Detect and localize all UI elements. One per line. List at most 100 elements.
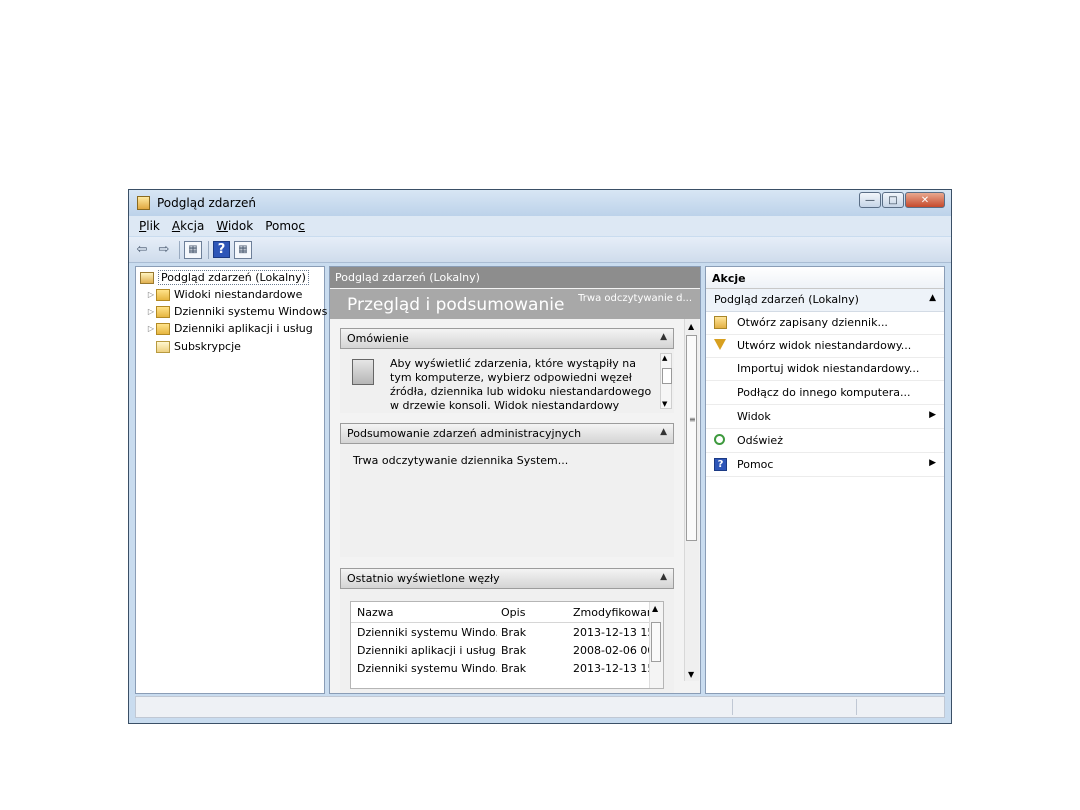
menu-widok-key: W [216, 219, 228, 233]
column-header-modified[interactable]: Zmodyfikowar [573, 606, 649, 619]
action-import-custom-view[interactable]: Importuj widok niestandardowy... [706, 358, 944, 381]
menu-plik[interactable]: Plik [139, 219, 160, 233]
action-refresh[interactable]: Odśwież [706, 430, 944, 453]
action-label: Pomoc [737, 458, 774, 471]
actions-group-label: Podgląd zdarzeń (Lokalny) [714, 293, 859, 306]
maximize-button[interactable]: □ [882, 192, 904, 208]
tree-item-label: Podgląd zdarzeń (Lokalny) [158, 270, 309, 285]
overview-pane-scrollbar[interactable]: ▲ ≡ ▼ [684, 319, 699, 681]
menu-widok[interactable]: Widok [216, 219, 253, 233]
scroll-thumb[interactable] [686, 335, 697, 541]
tree-item-app-service-logs[interactable]: ▷ Dzienniki aplikacji i usług [146, 320, 313, 337]
action-open-saved-log[interactable]: Otwórz zapisany dziennik... [706, 312, 944, 335]
menu-akcja-post: kcja [180, 219, 205, 233]
title-bar[interactable]: Podgląd zdarzeń — □ ✕ [129, 190, 951, 216]
table-header: Nazwa Opis Zmodyfikowar [351, 602, 663, 623]
loading-status: Trwa odczytywanie d... [578, 293, 692, 304]
cell-modified: 2013-12-13 15: [573, 662, 649, 675]
scroll-up-icon[interactable]: ▲ [652, 604, 658, 613]
cell-modified: 2008-02-06 00: [573, 644, 649, 657]
section-overview-header[interactable]: Omówienie ▲ [340, 328, 674, 349]
filter-icon [714, 339, 726, 350]
section-summary-header[interactable]: Podsumowanie zdarzeń administracyjnych ▲ [340, 423, 674, 444]
actions-group-header[interactable]: Podgląd zdarzeń (Lokalny) ▲ [706, 289, 944, 312]
column-header-description[interactable]: Opis [501, 606, 561, 619]
expand-arrow-icon[interactable]: ▷ [146, 324, 156, 333]
actions-title: Akcje [712, 272, 746, 285]
section-recent-header[interactable]: Ostatnio wyświetlone węzły ▲ [340, 568, 674, 589]
cell-description: Brak [501, 626, 527, 639]
menu-pomoc-key: c [298, 219, 305, 233]
forward-arrow-icon[interactable]: ⇨ [155, 241, 173, 259]
action-label: Utwórz widok niestandardowy... [737, 339, 912, 352]
expand-arrow-icon[interactable]: ▷ [146, 290, 156, 299]
menu-pomoc-pre: Pomo [265, 219, 299, 233]
menu-akcja[interactable]: Akcja [172, 219, 204, 233]
action-label: Odśwież [737, 434, 783, 447]
action-connect-other-computer[interactable]: Podłącz do innego komputera... [706, 382, 944, 405]
collapse-icon[interactable]: ▲ [660, 332, 667, 342]
status-separator [856, 699, 857, 715]
scroll-up-icon[interactable]: ▲ [688, 322, 694, 331]
actions-pane-title: Akcje [706, 267, 944, 289]
cell-name: Dzienniki systemu Windo... [357, 626, 497, 639]
cell-name: Dzienniki aplikacji i usług... [357, 644, 497, 657]
tree-item-event-viewer-local[interactable]: Podgląd zdarzeń (Lokalny) [140, 269, 309, 286]
section-title: Ostatnio wyświetlone węzły [347, 572, 500, 585]
action-label: Podłącz do innego komputera... [737, 386, 911, 399]
table-row[interactable]: Dzienniki systemu Windo... Brak 2013-12-… [351, 624, 651, 642]
help-icon[interactable]: ? [213, 241, 230, 258]
tree-item-windows-logs[interactable]: ▷ Dzienniki systemu Windows [146, 303, 327, 320]
scroll-down-icon[interactable]: ▼ [688, 670, 694, 679]
expand-arrow-icon[interactable]: ▷ [146, 307, 156, 316]
cell-description: Brak [501, 644, 527, 657]
scroll-down-icon[interactable]: ▼ [662, 400, 667, 408]
tree-item-subscriptions[interactable]: Subskrypcje [146, 338, 241, 355]
status-bar [135, 696, 945, 718]
recent-nodes-table: Nazwa Opis Zmodyfikowar Dzienniki system… [350, 601, 664, 689]
event-viewer-window: Podgląd zdarzeń — □ ✕ Plik Akcja Widok P… [128, 189, 952, 724]
action-label: Importuj widok niestandardowy... [737, 362, 920, 375]
scroll-grip-icon: ≡ [689, 415, 696, 424]
show-hide-tree-icon[interactable]: ▦ [184, 240, 202, 259]
toolbar: ⇦ ⇨ ▦ ? ▦ [129, 237, 951, 263]
minimize-button[interactable]: — [859, 192, 881, 208]
table-row[interactable]: Dzienniki aplikacji i usług... Brak 2008… [351, 642, 651, 660]
action-create-custom-view[interactable]: Utwórz widok niestandardowy... [706, 335, 944, 358]
table-row[interactable]: Dzienniki systemu Windo... Brak 2013-12-… [351, 660, 651, 678]
overview-pane-header: Podgląd zdarzeń (Lokalny) [330, 267, 700, 288]
overview-text: Aby wyświetlić zdarzenia, które wystąpił… [390, 357, 652, 412]
scroll-up-icon[interactable]: ▲ [662, 354, 667, 362]
scroll-thumb[interactable] [662, 368, 672, 384]
section-summary-body: Trwa odczytywanie dziennika System... [340, 444, 674, 557]
overview-scrollbar[interactable]: ▲ ▼ [660, 353, 672, 409]
refresh-icon [714, 434, 725, 445]
scroll-thumb[interactable] [651, 622, 661, 662]
folder-icon [156, 288, 170, 301]
menu-plik-post: lik [146, 219, 160, 233]
folder-icon [156, 305, 170, 318]
status-separator [732, 699, 733, 715]
toolbar-separator [208, 240, 209, 259]
collapse-icon[interactable]: ▲ [660, 572, 667, 582]
event-viewer-app-icon [137, 196, 150, 210]
cell-modified: 2013-12-13 15: [573, 626, 649, 639]
close-button[interactable]: ✕ [905, 192, 945, 208]
back-arrow-icon[interactable]: ⇦ [133, 241, 151, 259]
action-view[interactable]: Widok ▶ [706, 406, 944, 429]
show-hide-action-pane-icon[interactable]: ▦ [234, 240, 252, 259]
section-overview-body: Aby wyświetlić zdarzenia, które wystąpił… [340, 349, 674, 413]
action-help[interactable]: ? Pomoc ▶ [706, 454, 944, 477]
section-title: Omówienie [347, 332, 409, 345]
menu-pomoc[interactable]: Pomoc [265, 219, 305, 233]
column-header-name[interactable]: Nazwa [357, 606, 497, 619]
collapse-icon[interactable]: ▲ [660, 427, 667, 437]
table-scrollbar[interactable]: ▲ [649, 602, 663, 688]
window-controls: — □ ✕ [858, 192, 945, 208]
overview-title: Przegląd i podsumowanie [347, 295, 565, 315]
collapse-icon[interactable]: ▲ [929, 293, 936, 303]
overview-pane-header-label: Podgląd zdarzeń (Lokalny) [335, 271, 480, 284]
tree-item-custom-views[interactable]: ▷ Widoki niestandardowe [146, 286, 303, 303]
event-viewer-icon [140, 271, 154, 284]
cell-name: Dzienniki systemu Windo... [357, 662, 497, 675]
